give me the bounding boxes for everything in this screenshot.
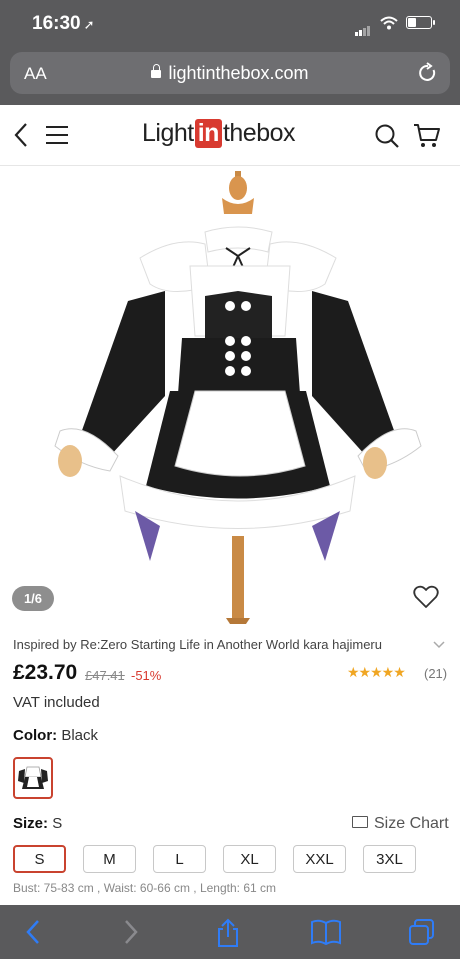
search-icon[interactable] — [374, 123, 400, 149]
product-image[interactable] — [0, 166, 460, 626]
cart-icon[interactable] — [413, 122, 441, 150]
ruler-icon — [352, 816, 368, 828]
size-option-l[interactable]: L — [153, 845, 206, 873]
color-value: Black — [61, 727, 99, 744]
size-value: S — [52, 815, 63, 832]
maid-dress-image — [54, 171, 422, 624]
size-option-m[interactable]: M — [83, 845, 136, 873]
browser-forward-icon[interactable] — [122, 918, 140, 946]
size-option-s[interactable]: S — [13, 845, 66, 873]
logo-part-thebox: thebox — [222, 119, 296, 147]
size-chart-link[interactable]: Size Chart — [352, 815, 449, 833]
gallery-pager: 1/6 — [12, 586, 54, 611]
browser-back-icon[interactable] — [24, 918, 42, 946]
swatch-thumbnail-icon — [18, 766, 48, 789]
product-title[interactable]: Inspired by Re:Zero Starting Life in Ano… — [13, 637, 382, 652]
discount-badge: -51% — [131, 668, 162, 683]
size-label-key: Size: — [13, 815, 49, 832]
site-header: Light in thebox — [0, 105, 460, 166]
location-icon: ➚ — [83, 17, 95, 32]
url-text: lightinthebox.com — [168, 63, 309, 83]
site-logo[interactable]: Light in thebox — [142, 119, 296, 148]
size-label: Size: S — [13, 815, 62, 832]
star-rating-icon: ★★★★★ — [347, 664, 406, 680]
vat-note: VAT included — [13, 694, 100, 711]
address-bar[interactable]: AA lightinthebox.com — [10, 52, 450, 94]
color-label-key: Color: — [13, 727, 58, 744]
size-option-3xl[interactable]: 3XL — [363, 845, 416, 873]
price: £23.70 — [13, 661, 78, 684]
bookmarks-icon[interactable] — [310, 918, 342, 946]
menu-icon[interactable] — [46, 125, 68, 145]
share-icon[interactable] — [214, 918, 242, 948]
status-time: 16:30 ➚ — [32, 13, 95, 35]
size-measurements: Bust: 75-83 cm , Waist: 60-66 cm , Lengt… — [13, 881, 276, 895]
tabs-icon[interactable] — [408, 918, 436, 946]
size-option-xxl[interactable]: XXL — [293, 845, 346, 873]
lock-icon — [151, 64, 162, 78]
size-option-xl[interactable]: XL — [223, 845, 276, 873]
signal-icon — [355, 18, 371, 36]
wifi-icon — [380, 16, 398, 30]
back-icon[interactable] — [12, 122, 32, 148]
status-bar: 16:30 ➚ — [0, 0, 460, 50]
color-label: Color: Black — [13, 727, 98, 744]
url-display[interactable]: lightinthebox.com — [10, 63, 450, 84]
logo-part-light: Light — [142, 119, 194, 147]
browser-toolbar — [0, 905, 460, 959]
time-text: 16:30 — [32, 13, 81, 34]
logo-part-in: in — [194, 119, 222, 148]
reload-icon[interactable] — [418, 62, 438, 84]
review-count[interactable]: (21) — [424, 666, 447, 681]
color-swatch-black[interactable] — [13, 757, 53, 799]
size-chart-label: Size Chart — [374, 815, 449, 832]
chevron-down-icon[interactable] — [433, 641, 445, 649]
browser-bar: AA lightinthebox.com — [0, 50, 460, 105]
original-price: £47.41 — [85, 668, 125, 683]
wishlist-heart-icon[interactable] — [413, 585, 439, 609]
battery-icon — [406, 16, 435, 29]
